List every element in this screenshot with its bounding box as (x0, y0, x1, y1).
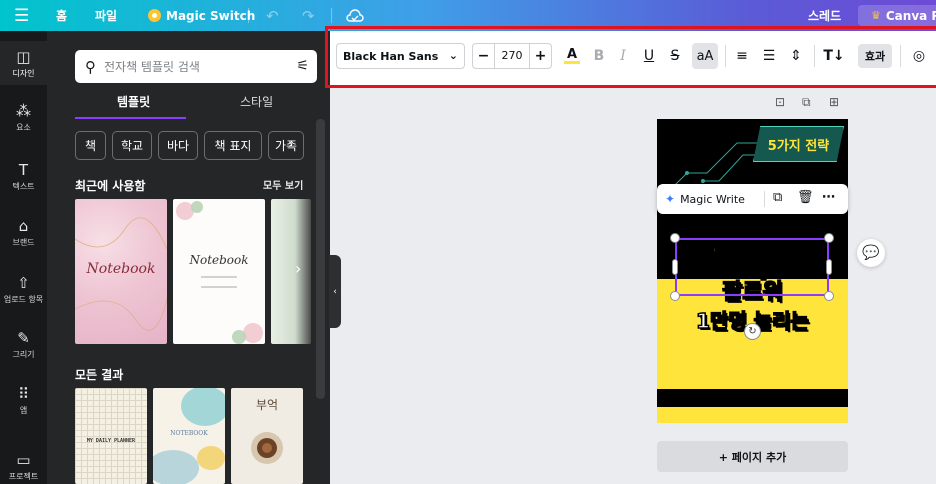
rail-item-design[interactable]: ◫ 디자인 (0, 41, 47, 85)
sparkle-icon: ✦ (665, 192, 676, 206)
lock-icon[interactable]: ⊡ (775, 95, 785, 109)
divider (248, 8, 249, 23)
resize-handle[interactable] (670, 233, 680, 243)
duplicate-icon[interactable]: ⧉ (773, 190, 782, 205)
search-placeholder: 전자책 템플릿 검색 (104, 60, 200, 74)
template-thumbnail[interactable]: MY DAILY PLANNER (75, 388, 147, 484)
rail-label: 브랜드 (12, 238, 35, 247)
layout-icon: ◫ (16, 48, 31, 66)
divider (764, 191, 765, 207)
rail-item-elements[interactable]: ⁂ 요소 (0, 103, 47, 133)
resize-handle[interactable] (826, 259, 832, 275)
thumb-title: Notebook (86, 261, 156, 277)
folder-icon: ▭ (16, 451, 31, 469)
poster-bottom-band (657, 389, 848, 407)
strategy-badge[interactable]: 5가지 전략 (753, 126, 844, 162)
rail-item-text[interactable]: T 텍스트 (0, 162, 47, 192)
chip-book-cover[interactable]: 책 표지 (204, 131, 262, 160)
selection-box[interactable] (675, 238, 829, 296)
text-icon: T (18, 161, 29, 179)
chevron-right-icon[interactable]: › (295, 259, 301, 278)
rail-label: 요소 (16, 123, 31, 132)
add-page-button[interactable]: + 페이지 추가 (657, 441, 848, 472)
template-thumbnail[interactable]: 부억 (231, 388, 303, 484)
more-options-icon[interactable]: ⋯ (822, 190, 835, 205)
file-menu-button[interactable]: 파일 (95, 0, 117, 31)
crown-icon: ♛ (871, 9, 881, 22)
templates-panel: ⚲ 전자책 템플릿 검색 ⚟ 템플릿 스타일 책 학교 바다 책 표지 가족 ›… (47, 31, 330, 484)
shapes-icon: ⁂ (16, 102, 31, 120)
resize-handle[interactable] (824, 291, 834, 301)
active-tab-indicator (75, 117, 186, 119)
collapse-panel-button[interactable]: ‹ (329, 255, 341, 328)
thumb-title: NOTEBOOK (170, 430, 208, 437)
rail-label: 프로젝트 (8, 472, 39, 481)
rail-label: 그리기 (12, 350, 35, 359)
thumb-title: MY DAILY PLANNER (86, 438, 136, 444)
magic-switch-label: Magic Switch (166, 8, 256, 23)
brand-icon: ⌂ (18, 217, 29, 235)
filter-icon[interactable]: ⚟ (296, 58, 309, 74)
rail-item-draw[interactable]: ✎ 그리기 (0, 330, 47, 360)
template-thumbnail[interactable] (271, 199, 311, 344)
highlight-annotation-box (325, 26, 936, 88)
add-page-icon[interactable]: ⊞ (829, 95, 839, 109)
hamburger-icon[interactable]: ☰ (14, 0, 29, 31)
canva-pro-label: Canva Pro (885, 8, 936, 23)
see-all-link[interactable]: 모두 보기 (263, 177, 303, 192)
resize-handle[interactable] (824, 233, 834, 243)
rail-label: 디자인 (12, 69, 35, 78)
tab-styles[interactable]: 스타일 (240, 93, 273, 110)
undo-icon[interactable]: ↶ (266, 0, 279, 31)
draw-icon: ✎ (17, 329, 30, 347)
magic-write-label: Magic Write (680, 192, 745, 206)
all-results-title: 모든 결과 (75, 368, 124, 382)
redo-icon[interactable]: ↷ (302, 0, 315, 31)
rail-item-projects[interactable]: ▭ 프로젝트 (0, 452, 47, 482)
rail-item-apps[interactable]: ⠿ 앱 (0, 386, 47, 416)
panel-scrollbar[interactable] (316, 119, 325, 399)
rail-label: 텍스트 (12, 182, 35, 191)
resize-handle[interactable] (672, 259, 678, 275)
left-nav-rail: ◫ 디자인 ⁂ 요소 T 텍스트 ⌂ 브랜드 ⇧ 업로드 항목 ✎ 그리기 ⠿ … (0, 31, 47, 484)
thumb-title: 부억 (255, 398, 279, 412)
chip-book[interactable]: 책 (75, 131, 106, 160)
chip-school[interactable]: 학교 (112, 131, 152, 160)
add-comment-icon[interactable]: 💬 (857, 239, 885, 267)
thumb-title: Notebook (189, 253, 249, 267)
rail-item-uploads[interactable]: ⇧ 업로드 항목 (0, 275, 47, 305)
canva-pro-button[interactable]: ♛ Canva Pro (858, 5, 936, 26)
magic-switch-button[interactable]: Magic Switch (148, 0, 255, 31)
rail-label: 업로드 항목 (3, 295, 44, 304)
chip-family[interactable]: 가족 (268, 131, 304, 160)
chevron-right-icon[interactable]: › (288, 137, 293, 152)
template-thumbnail[interactable]: Notebook (173, 199, 265, 344)
rotate-icon[interactable]: ↻ (744, 323, 761, 340)
rail-item-brand[interactable]: ⌂ 브랜드 (0, 218, 47, 248)
template-thumbnail[interactable]: Notebook (75, 199, 167, 344)
template-search-input[interactable]: ⚲ 전자책 템플릿 검색 ⚟ (75, 50, 317, 83)
rail-label: 앱 (19, 406, 28, 415)
chip-sea[interactable]: 바다 (158, 131, 198, 160)
apps-icon: ⠿ (18, 385, 29, 403)
trash-icon[interactable]: 🗑 (797, 190, 814, 205)
floral-decoration (176, 201, 263, 344)
tab-templates[interactable]: 템플릿 (117, 93, 150, 110)
home-button[interactable]: 홈 (56, 0, 67, 31)
element-floating-toolbar: ✦ Magic Write ⧉ 🗑 ⋯ (657, 184, 848, 214)
recent-title: 최근에 사용함 (75, 179, 146, 193)
upload-icon: ⇧ (17, 274, 30, 292)
duplicate-page-icon[interactable]: ⧉ (802, 95, 811, 110)
resize-handle[interactable] (670, 291, 680, 301)
magic-write-button[interactable]: ✦ Magic Write (657, 192, 745, 206)
search-icon: ⚲ (85, 57, 96, 76)
template-thumbnail[interactable]: NOTEBOOK (153, 388, 225, 484)
divider (331, 8, 332, 23)
magic-switch-icon (148, 9, 161, 22)
